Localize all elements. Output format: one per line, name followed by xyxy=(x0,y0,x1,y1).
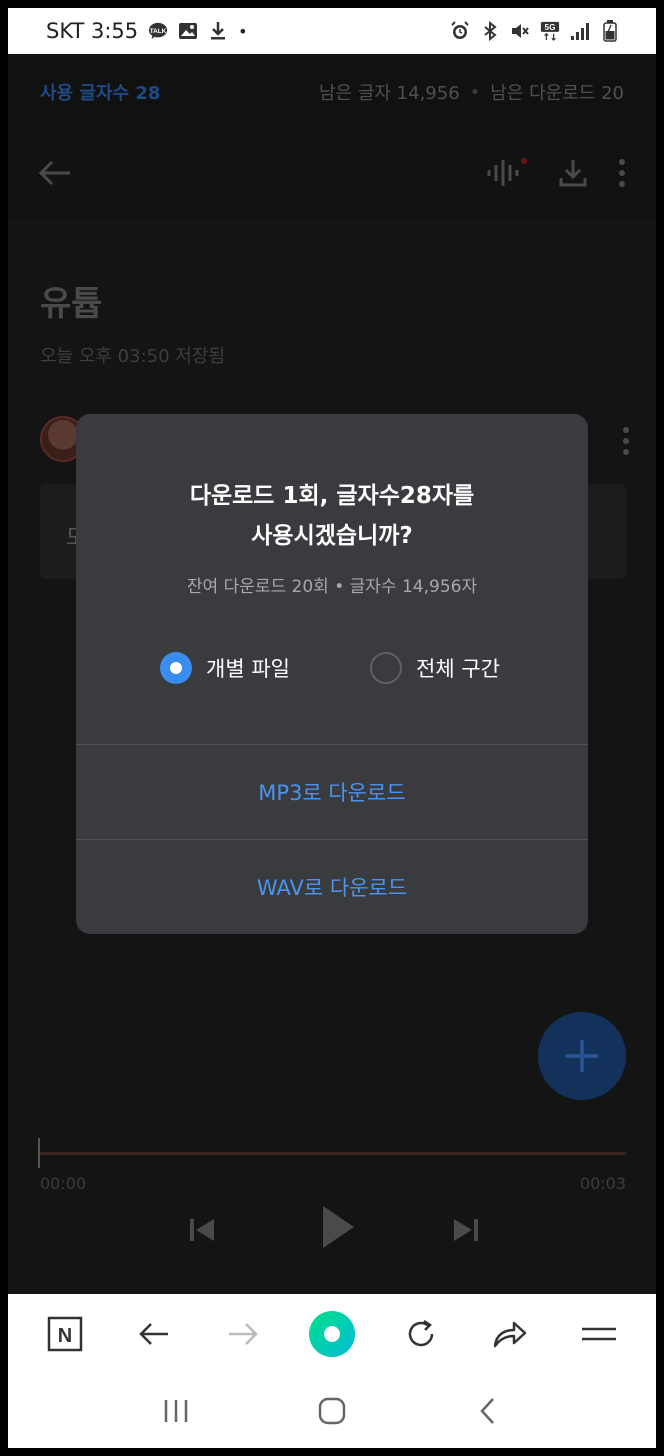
document-title: 유튭 xyxy=(40,284,103,324)
option-whole-range[interactable]: 전체 구간 xyxy=(370,652,500,684)
back-arrow-icon[interactable] xyxy=(38,159,72,191)
radio-selected-icon[interactable] xyxy=(160,652,192,684)
alarm-icon xyxy=(450,21,470,41)
skip-previous-icon[interactable] xyxy=(184,1212,220,1248)
time-end: 00:03 xyxy=(579,1174,626,1193)
usage-bar: 사용 글자수 28 남은 글자 14,956 • 남은 다운로드 20 xyxy=(8,54,656,130)
svg-text:5G: 5G xyxy=(545,23,556,32)
wav-download-button[interactable]: WAV로 다운로드 xyxy=(76,840,588,934)
option-individual-file[interactable]: 개별 파일 xyxy=(160,652,290,684)
option-whole-label: 전체 구간 xyxy=(416,657,500,681)
download-dialog: 다운로드 1회, 글자수28자를 사용시겠습니까? 잔여 다운로드 20회 • … xyxy=(76,414,588,934)
share-icon[interactable] xyxy=(486,1310,534,1358)
progress-thumb[interactable] xyxy=(38,1138,40,1168)
saved-time: 오늘 오후 03:50 저장됨 xyxy=(40,346,225,367)
phone-screen: SKT 3:55 TALK • 5G 사용 글자수 28 남은 글자 14,95… xyxy=(8,8,656,1448)
dialog-subtitle: 잔여 다운로드 20회 • 글자수 14,956자 xyxy=(186,577,478,597)
app-toolbar xyxy=(8,130,656,220)
browser-toolbar: N xyxy=(8,1294,656,1374)
image-icon xyxy=(178,21,198,41)
back-icon[interactable] xyxy=(464,1387,512,1435)
radio-unselected-icon[interactable] xyxy=(370,652,402,684)
dialog-title: 다운로드 1회, 글자수28자를 사용시겠습니까? xyxy=(76,476,588,556)
voice-wave-icon[interactable] xyxy=(486,157,528,193)
time-start: 00:00 xyxy=(40,1174,87,1193)
option-individual-label: 개별 파일 xyxy=(206,657,290,681)
audio-player: 00:00 00:03 xyxy=(8,1126,656,1294)
usage-separator: • xyxy=(469,81,481,103)
green-dot-icon[interactable] xyxy=(308,1310,356,1358)
download-icon[interactable] xyxy=(558,158,588,192)
download-icon xyxy=(208,21,228,41)
mp3-download-button[interactable]: MP3로 다운로드 xyxy=(76,745,588,839)
carrier-time: SKT 3:55 xyxy=(46,19,139,43)
refresh-icon[interactable] xyxy=(397,1310,445,1358)
signal-icon xyxy=(570,21,590,41)
5g-icon: 5G xyxy=(540,21,560,41)
bluetooth-icon xyxy=(480,21,500,41)
status-bar: SKT 3:55 TALK • 5G xyxy=(8,8,656,54)
naver-n-icon[interactable]: N xyxy=(41,1310,89,1358)
menu-icon[interactable] xyxy=(575,1310,623,1358)
play-icon[interactable] xyxy=(316,1202,360,1252)
used-chars-label: 사용 글자수 28 xyxy=(40,83,161,104)
recent-apps-icon[interactable] xyxy=(152,1387,200,1435)
home-icon[interactable] xyxy=(308,1387,356,1435)
row-more-icon[interactable] xyxy=(622,426,630,460)
more-vert-icon[interactable] xyxy=(618,158,626,192)
progress-track[interactable] xyxy=(40,1152,626,1155)
dialog-title-line2: 사용시겠습니까? xyxy=(251,523,413,549)
svg-text:N: N xyxy=(57,1325,71,1347)
remaining-chars-label: 남은 글자 14,956 xyxy=(318,83,460,104)
back-arrow-icon[interactable] xyxy=(130,1310,178,1358)
mute-icon xyxy=(510,21,530,41)
add-button[interactable] xyxy=(538,1012,626,1100)
system-nav-bar xyxy=(8,1374,656,1448)
remaining-downloads-label: 남은 다운로드 20 xyxy=(490,83,624,104)
skip-next-icon[interactable] xyxy=(448,1212,484,1248)
battery-icon xyxy=(600,20,620,42)
svg-text:TALK: TALK xyxy=(150,28,167,35)
forward-arrow-icon[interactable] xyxy=(219,1310,267,1358)
talk-icon: TALK xyxy=(148,21,168,41)
dialog-title-line1: 다운로드 1회, 글자수28자를 xyxy=(189,483,475,509)
plus-icon xyxy=(566,1040,598,1072)
notification-dot: • xyxy=(238,21,248,41)
